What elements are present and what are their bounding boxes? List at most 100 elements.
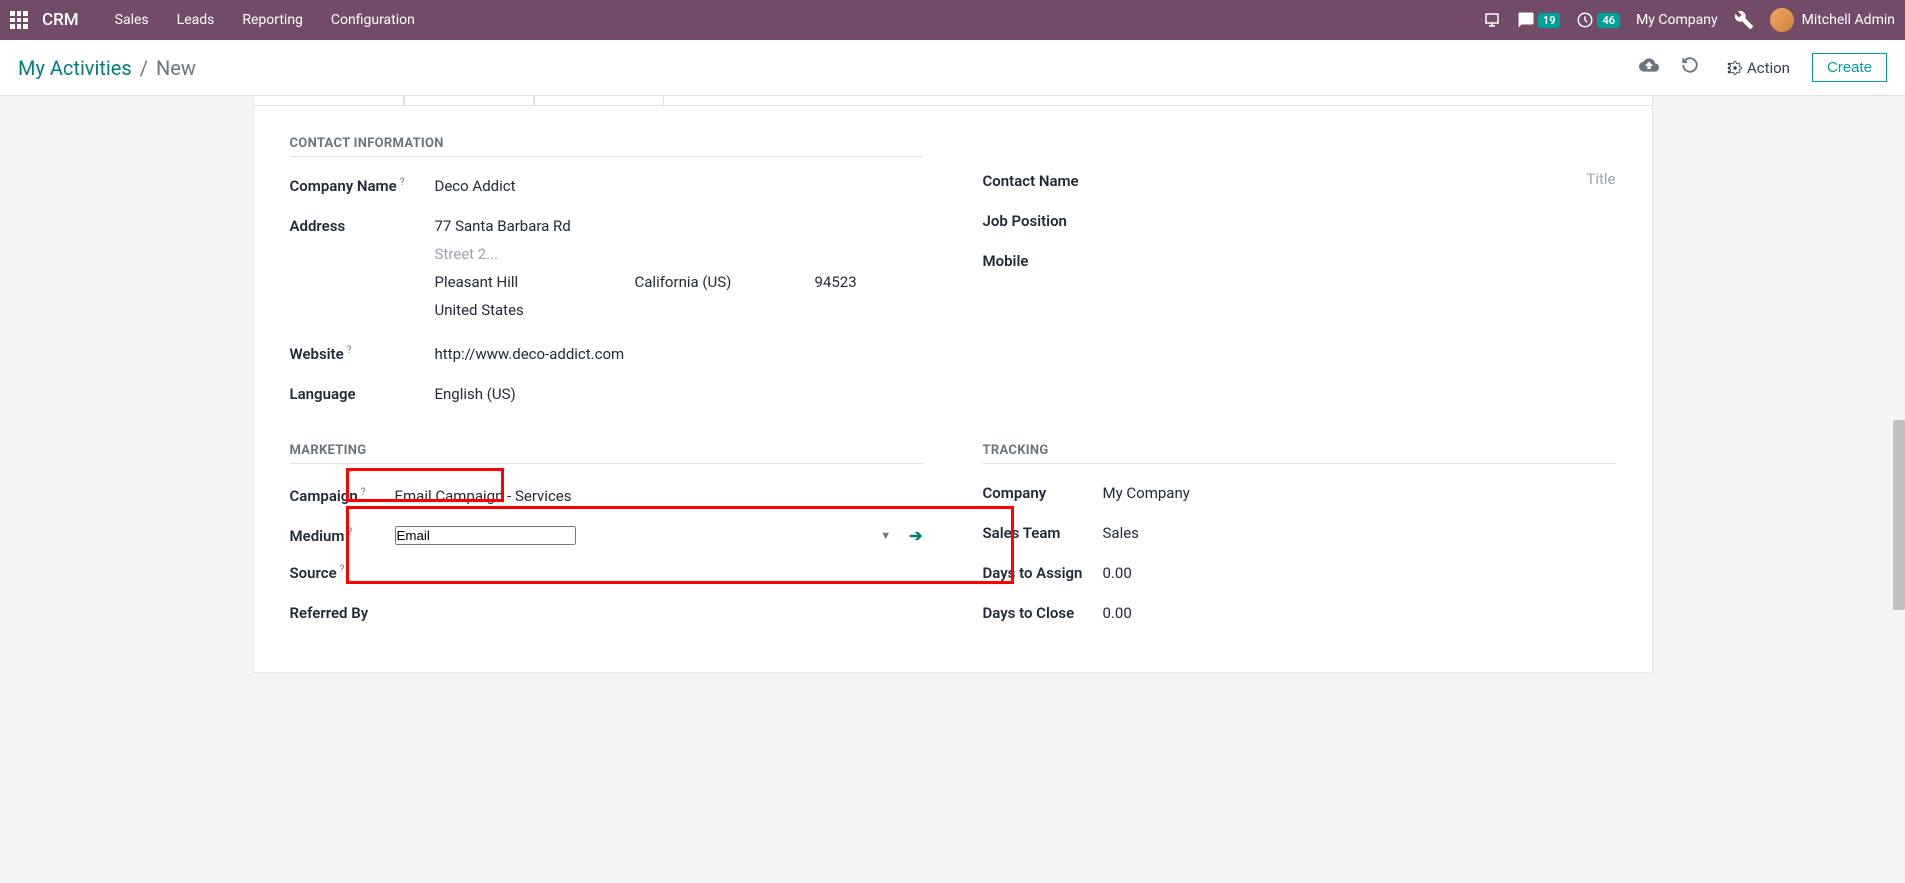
value-days-close[interactable]: 0.00 xyxy=(1103,602,1616,622)
title-placeholder[interactable]: Title xyxy=(1516,170,1616,188)
nav-sales[interactable]: Sales xyxy=(101,12,163,28)
field-campaign: Campaign Email Campaign - Services xyxy=(290,482,923,508)
address-city[interactable]: Pleasant Hill xyxy=(435,273,595,291)
value-company[interactable]: My Company xyxy=(1103,482,1616,502)
value-days-assign[interactable]: 0.00 xyxy=(1103,562,1616,582)
value-company-name[interactable]: Deco Addict xyxy=(435,175,923,195)
navbar: CRM Sales Leads Reporting Configuration … xyxy=(0,0,1905,40)
label-contact-name: Contact Name xyxy=(983,170,1103,190)
field-company-name: Company Name Deco Addict xyxy=(290,175,923,201)
main: Contact Information Company Name Deco Ad… xyxy=(0,96,1905,693)
marketing-section-title: Marketing xyxy=(290,443,923,464)
discard-icon[interactable] xyxy=(1681,56,1699,79)
action-label: Action xyxy=(1747,59,1790,77)
nav-configuration[interactable]: Configuration xyxy=(317,12,429,28)
value-source[interactable] xyxy=(395,562,923,564)
field-medium: Medium ▼ ➔ xyxy=(290,522,923,548)
label-days-close: Days to Close xyxy=(983,602,1103,622)
apps-menu-icon[interactable] xyxy=(10,11,28,29)
value-job-position[interactable] xyxy=(1103,210,1616,212)
company-switcher[interactable]: My Company xyxy=(1636,12,1718,28)
field-address: Address 77 Santa Barbara Rd Street 2... … xyxy=(290,215,923,329)
navbar-left: CRM Sales Leads Reporting Configuration xyxy=(10,10,429,30)
tab-stub-3[interactable] xyxy=(534,96,664,106)
external-link-icon[interactable]: ➔ xyxy=(909,526,922,545)
breadcrumb-parent[interactable]: My Activities xyxy=(18,56,132,80)
label-days-assign: Days to Assign xyxy=(983,562,1103,582)
phone-icon[interactable] xyxy=(1483,11,1501,29)
nav-leads[interactable]: Leads xyxy=(163,12,229,28)
label-company-name: Company Name xyxy=(290,175,435,195)
contact-left-col: Contact Information Company Name Deco Ad… xyxy=(290,136,923,423)
field-source: Source xyxy=(290,562,923,588)
control-panel: My Activities / New Action Create xyxy=(0,40,1905,96)
label-referred-by: Referred By xyxy=(290,602,395,622)
field-language: Language English (US) xyxy=(290,383,923,409)
scrollbar-thumb[interactable] xyxy=(1893,420,1905,610)
label-mobile: Mobile xyxy=(983,250,1103,270)
field-sales-team: Sales Team Sales xyxy=(983,522,1616,548)
control-panel-right: Action Create xyxy=(1639,53,1887,82)
field-days-close: Days to Close 0.00 xyxy=(983,602,1616,628)
address-zip[interactable]: 94523 xyxy=(815,273,857,291)
caret-down-icon[interactable]: ▼ xyxy=(880,529,891,542)
form-sheet: Contact Information Company Name Deco Ad… xyxy=(253,96,1653,673)
messaging-icon[interactable]: 19 xyxy=(1517,11,1561,29)
nav-reporting[interactable]: Reporting xyxy=(228,12,317,28)
contact-right-col: Contact Name Title Job Position Mobile xyxy=(983,136,1616,423)
medium-input-wrap: ▼ ➔ xyxy=(395,525,923,545)
value-language[interactable]: English (US) xyxy=(435,383,923,403)
debug-icon[interactable] xyxy=(1734,10,1754,30)
breadcrumb: My Activities / New xyxy=(18,56,196,80)
user-name: Mitchell Admin xyxy=(1802,12,1895,28)
field-referred-by: Referred By xyxy=(290,602,923,628)
label-website: Website xyxy=(290,343,435,363)
field-company: Company My Company xyxy=(983,482,1616,508)
address-street[interactable]: 77 Santa Barbara Rd xyxy=(435,217,923,235)
value-referred-by[interactable] xyxy=(395,602,923,604)
label-campaign: Campaign xyxy=(290,485,395,505)
field-job-position: Job Position xyxy=(983,210,1616,236)
breadcrumb-separator: / xyxy=(140,56,148,80)
medium-m2o xyxy=(395,525,871,545)
create-button[interactable]: Create xyxy=(1812,53,1887,82)
user-menu[interactable]: Mitchell Admin xyxy=(1770,8,1895,32)
address-street2[interactable]: Street 2... xyxy=(435,245,923,263)
label-sales-team: Sales Team xyxy=(983,522,1103,542)
address-state[interactable]: California (US) xyxy=(635,273,775,291)
contact-section-title: Contact Information xyxy=(290,136,923,157)
field-contact-name: Contact Name Title xyxy=(983,170,1616,196)
label-address: Address xyxy=(290,215,435,235)
brand[interactable]: CRM xyxy=(42,10,79,30)
value-sales-team[interactable]: Sales xyxy=(1103,522,1616,542)
action-dropdown[interactable]: Action xyxy=(1721,59,1790,77)
activities-icon[interactable]: 46 xyxy=(1576,11,1620,29)
medium-input[interactable] xyxy=(395,526,576,545)
label-company: Company xyxy=(983,482,1103,502)
tab-stub-2[interactable] xyxy=(404,96,534,106)
marketing-tracking-section: Marketing Campaign Email Campaign - Serv… xyxy=(290,443,1616,642)
value-mobile[interactable] xyxy=(1103,250,1616,252)
label-source: Source xyxy=(290,562,395,582)
tab-stub-1[interactable] xyxy=(274,96,404,106)
marketing-col: Marketing Campaign Email Campaign - Serv… xyxy=(290,443,923,642)
avatar xyxy=(1770,8,1794,32)
field-website: Website http://www.deco-addict.com xyxy=(290,343,923,369)
value-campaign[interactable]: Email Campaign - Services xyxy=(395,485,923,505)
field-mobile: Mobile xyxy=(983,250,1616,276)
label-job-position: Job Position xyxy=(983,210,1103,230)
field-days-assign: Days to Assign 0.00 xyxy=(983,562,1616,588)
contact-section: Contact Information Company Name Deco Ad… xyxy=(290,136,1616,423)
breadcrumb-current: New xyxy=(156,56,196,80)
address-city-row: Pleasant Hill California (US) 94523 xyxy=(435,273,923,291)
label-medium: Medium xyxy=(290,525,395,545)
address-country[interactable]: United States xyxy=(435,301,923,319)
messages-badge: 19 xyxy=(1538,13,1561,28)
value-website[interactable]: http://www.deco-addict.com xyxy=(435,343,923,363)
activities-badge: 46 xyxy=(1597,13,1620,28)
cloud-upload-icon[interactable] xyxy=(1639,55,1659,80)
tracking-section-title: Tracking xyxy=(983,443,1616,464)
value-address: 77 Santa Barbara Rd Street 2... Pleasant… xyxy=(435,215,923,329)
tracking-col: Tracking Company My Company Sales Team S… xyxy=(983,443,1616,642)
value-contact-name[interactable] xyxy=(1103,170,1516,172)
